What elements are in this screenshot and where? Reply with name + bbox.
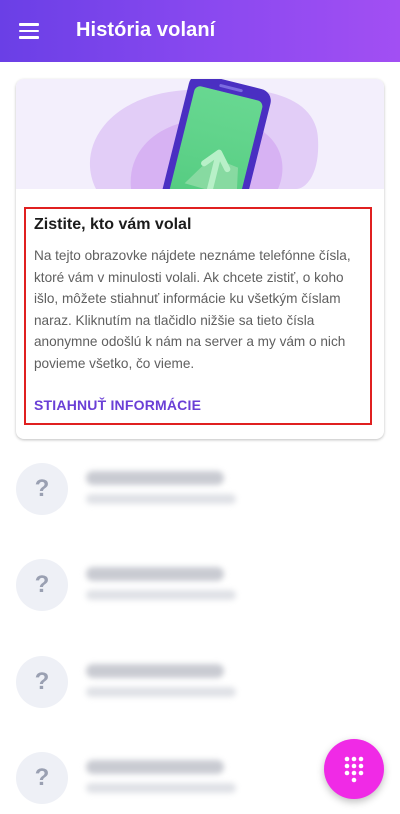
unknown-contact-icon: ?	[16, 656, 68, 708]
blurred-call-date	[86, 494, 236, 504]
blurred-phone-number	[86, 471, 224, 485]
call-list-item[interactable]: ?	[0, 463, 400, 523]
menu-button[interactable]	[14, 17, 44, 45]
page-title: História volaní	[76, 19, 216, 41]
highlighted-info-section: Zistite, kto vám volal Na tejto obrazovk…	[24, 207, 372, 425]
blurred-call-date	[86, 687, 236, 697]
download-info-button[interactable]: STIAHNUŤ INFORMÁCIE	[34, 397, 201, 413]
blurred-phone-number	[86, 760, 224, 774]
blurred-call-date	[86, 783, 236, 793]
hamburger-menu-icon	[19, 23, 39, 26]
blurred-call-date	[86, 590, 236, 600]
hero-illustration	[16, 79, 384, 189]
call-list-item[interactable]: ?	[0, 559, 400, 619]
unknown-contact-icon: ?	[16, 752, 68, 804]
info-description: Na tejto obrazovke nájdete neznáme telef…	[34, 248, 351, 371]
unknown-contact-icon: ?	[16, 559, 68, 611]
app-bar: História volaní	[0, 0, 400, 62]
blurred-phone-number	[86, 567, 224, 581]
info-title: Zistite, kto vám volal	[34, 216, 192, 233]
info-card: Zistite, kto vám volal Na tejto obrazovk…	[16, 79, 384, 439]
dialpad-button[interactable]	[324, 739, 384, 799]
call-list-item[interactable]: ?	[0, 656, 400, 716]
phone-upload-illustration	[89, 79, 319, 189]
dialpad-icon	[344, 756, 364, 783]
blurred-phone-number	[86, 664, 224, 678]
unknown-contact-icon: ?	[16, 463, 68, 515]
